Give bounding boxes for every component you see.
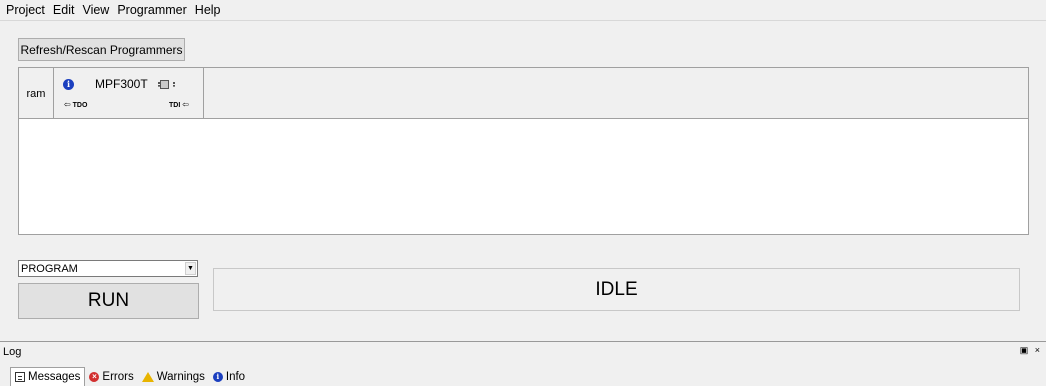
menu-project[interactable]: Project <box>2 0 49 21</box>
programmer-cell[interactable]: ram <box>19 68 54 119</box>
tab-messages-label: Messages <box>28 371 81 383</box>
menu-programmer[interactable]: Programmer <box>113 0 190 21</box>
tab-info-label: Info <box>225 371 246 383</box>
warning-icon <box>141 372 154 382</box>
menu-view[interactable]: View <box>78 0 113 21</box>
device-info-icon[interactable]: i <box>63 79 74 90</box>
tab-errors[interactable]: × Errors <box>85 368 137 386</box>
refresh-programmers-button[interactable]: Refresh/Rescan Programmers <box>18 38 185 61</box>
log-tabs: Messages × Errors Warnings i Info <box>0 367 1046 386</box>
menu-help[interactable]: Help <box>191 0 225 21</box>
run-button[interactable]: RUN <box>18 283 199 319</box>
tab-errors-label: Errors <box>102 371 134 383</box>
error-icon: × <box>89 372 100 382</box>
menu-bar: Project Edit View Programmer Help <box>0 0 1046 21</box>
messages-icon <box>15 372 25 382</box>
status-display: IDLE <box>213 268 1020 311</box>
tdi-label: TDI ⇦ <box>169 100 189 109</box>
tab-messages[interactable]: Messages <box>10 367 86 386</box>
menu-edit[interactable]: Edit <box>49 0 79 21</box>
log-window-controls[interactable]: ▣ × <box>1020 345 1042 356</box>
log-title: Log <box>3 345 22 358</box>
log-header: Log ▣ × <box>0 341 1046 361</box>
tdo-arrow-icon: ⇦ <box>64 100 71 109</box>
device-cell[interactable]: i MPF300T ⇦ TDO TDI ⇦ <box>54 68 204 119</box>
chevron-down-icon[interactable]: ▼ <box>185 262 196 275</box>
info-icon: i <box>212 372 223 382</box>
tab-warnings-label: Warnings <box>156 371 205 383</box>
chain-header: ram i MPF300T ⇦ TDO TDI ⇦ <box>19 68 1028 119</box>
tab-warnings[interactable]: Warnings <box>138 368 209 386</box>
status-text: IDLE <box>595 278 638 300</box>
tdo-label: ⇦ TDO <box>64 100 88 109</box>
chip-icon <box>158 80 175 89</box>
programmer-label: ram <box>26 87 46 100</box>
action-select-value: PROGRAM <box>21 262 78 275</box>
action-select[interactable]: PROGRAM ▼ <box>18 260 198 277</box>
jtag-chain-panel: ram i MPF300T ⇦ TDO TDI ⇦ <box>18 67 1029 235</box>
device-name: MPF300T <box>95 77 148 91</box>
tab-info[interactable]: i Info <box>209 368 249 386</box>
tdi-arrow-icon: ⇦ <box>182 100 189 109</box>
